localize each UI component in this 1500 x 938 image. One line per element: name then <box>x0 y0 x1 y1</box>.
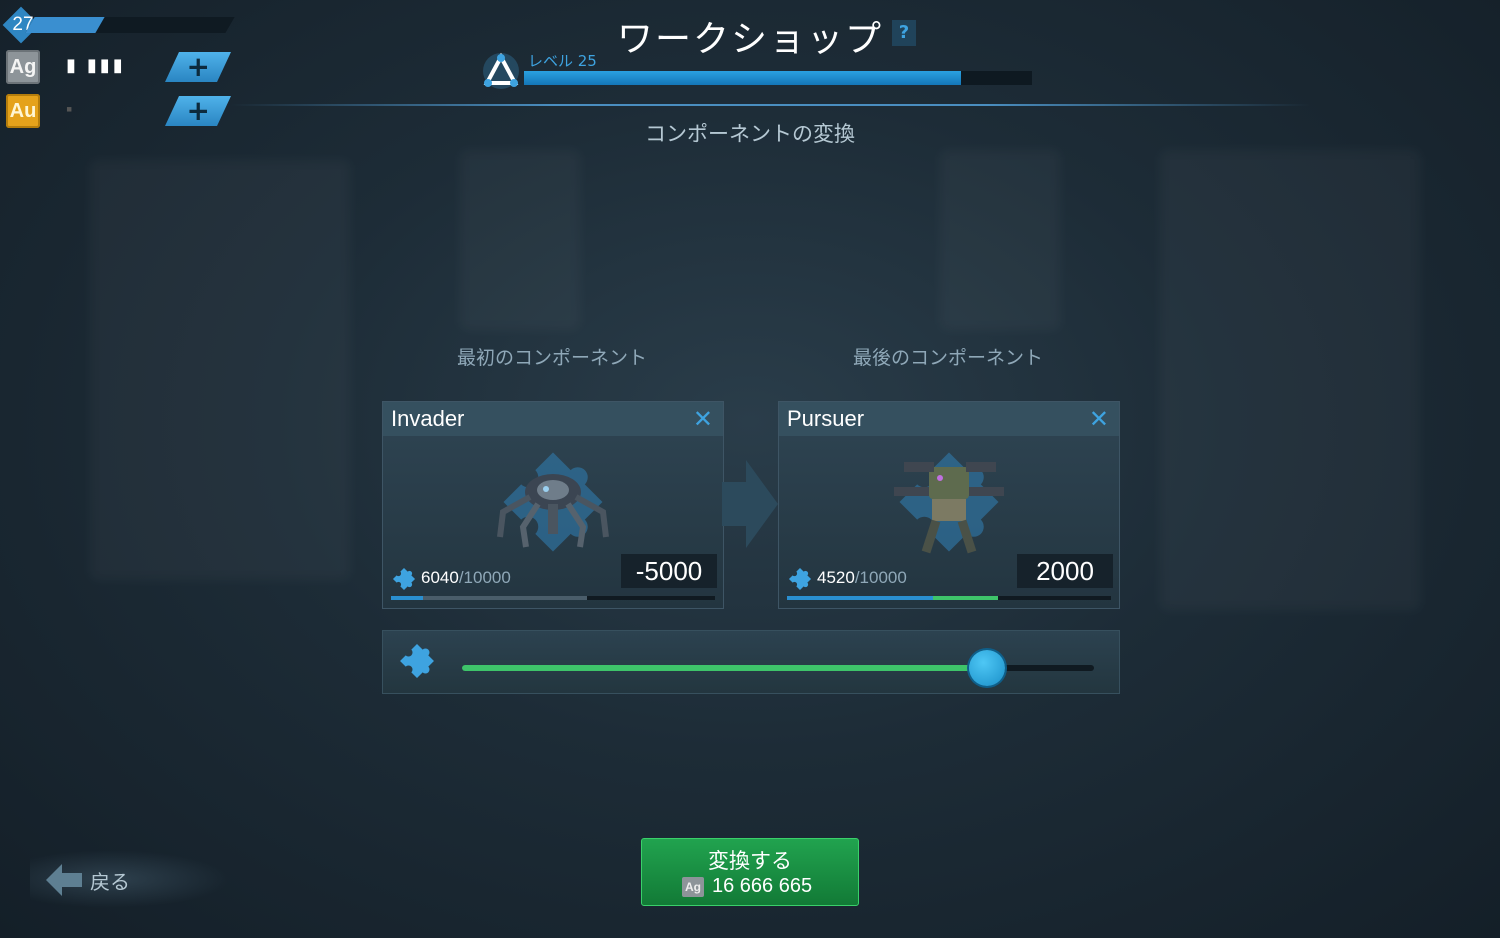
close-icon[interactable]: ✕ <box>693 405 713 433</box>
conversion-slider-panel <box>382 630 1120 694</box>
component-name: Pursuer <box>787 406 865 431</box>
page-title: ワークショップ <box>616 19 883 60</box>
plus-icon: + <box>186 94 210 127</box>
back-arrow-icon <box>46 864 82 896</box>
fragments-current: 4520 <box>817 568 855 587</box>
slider-fill <box>462 665 987 671</box>
first-component-label: 最初のコンポーネント <box>456 347 647 369</box>
invader-robot-image <box>497 474 609 548</box>
arrow-right-icon <box>722 460 778 548</box>
slider-handle[interactable] <box>968 650 1005 686</box>
plus-icon: + <box>186 50 210 83</box>
background-shape <box>460 150 580 330</box>
convert-button[interactable]: 変換する Ag 16 666 665 <box>641 838 859 906</box>
add-silver-button[interactable]: + <box>165 50 231 83</box>
workshop-level-label: レベル 25 <box>528 52 597 70</box>
close-icon[interactable]: ✕ <box>1089 405 1109 433</box>
help-icon[interactable]: ? <box>892 20 916 46</box>
silver-icon: Ag <box>6 50 40 84</box>
fragments-max: /10000 <box>458 568 511 587</box>
progress-current <box>787 596 934 600</box>
player-xp-bar <box>25 17 235 33</box>
convert-label: 変換する <box>708 849 792 873</box>
gold-amount: ▪ <box>66 99 76 119</box>
fragment-count: 4520/10000 <box>817 568 907 588</box>
fragment-delta: 2000 <box>1017 554 1113 588</box>
fragment-progress-bar <box>391 596 715 600</box>
workshop-icon <box>483 52 519 89</box>
fragment-icon <box>392 567 416 591</box>
card-header: Pursuer ✕ <box>779 402 1119 436</box>
background-shape <box>1160 150 1420 610</box>
fragments-max: /10000 <box>854 568 907 587</box>
conversion-slider[interactable] <box>462 650 1094 686</box>
workshop-level-bar <box>524 71 1032 85</box>
fragment-icon <box>400 644 434 678</box>
card-header: Invader ✕ <box>383 402 723 436</box>
convert-cost: 16 666 665 <box>712 875 813 897</box>
last-component-label: 最後のコンポーネント <box>852 347 1043 369</box>
fragment-count: 6040/10000 <box>421 568 511 588</box>
fragment-progress-bar <box>787 596 1111 600</box>
player-xp-fill <box>25 17 105 33</box>
first-component-card[interactable]: Invader ✕ 6040/10000 -5000 <box>382 401 724 609</box>
gold-icon: Au <box>6 94 40 128</box>
progress-after <box>391 596 424 600</box>
fragments-current: 6040 <box>421 568 459 587</box>
silver-amount: ▮ ▮▮▮ <box>66 55 126 75</box>
gold-currency-row: Au ▪ + <box>6 94 231 130</box>
header-divider <box>230 104 1310 106</box>
background-shape <box>940 150 1060 330</box>
pursuer-robot-image <box>894 462 1004 554</box>
progress-gain <box>933 596 999 600</box>
silver-icon: Ag <box>682 877 704 897</box>
back-button[interactable]: 戻る <box>30 850 230 908</box>
last-component-card[interactable]: Pursuer ✕ 4520/10000 2000 <box>778 401 1120 609</box>
back-label: 戻る <box>90 870 130 894</box>
add-gold-button[interactable]: + <box>165 94 231 127</box>
fragment-icon <box>788 567 812 591</box>
page-subtitle: コンポーネントの変換 <box>645 122 855 146</box>
silver-currency-row: Ag ▮ ▮▮▮ + <box>6 50 231 86</box>
fragment-delta: -5000 <box>621 554 717 588</box>
progress-removed <box>423 596 587 600</box>
background-shape <box>90 160 350 580</box>
workshop-level-fill <box>524 71 961 85</box>
component-name: Invader <box>391 406 465 431</box>
